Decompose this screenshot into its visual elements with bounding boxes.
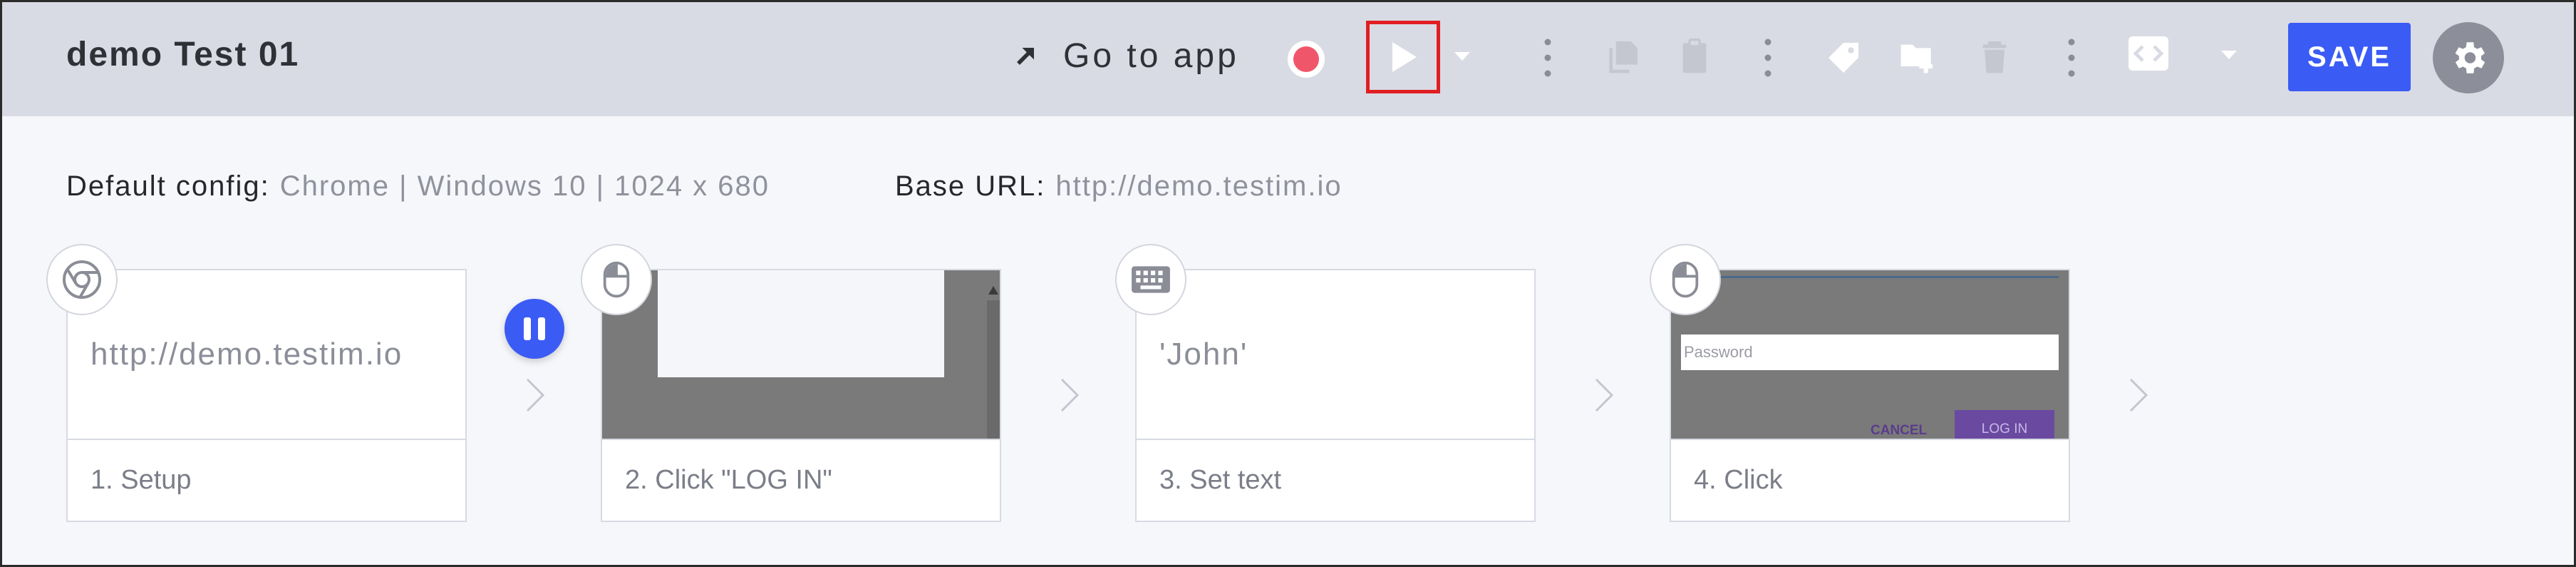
thumbnail-password-field: Password [1681, 334, 2059, 370]
more-vertical-icon[interactable] [1543, 36, 1552, 79]
step-type-badge [1115, 244, 1186, 315]
step-card-setup[interactable]: http://demo.testim.io 1. Setup [66, 269, 467, 522]
step-type-badge [581, 244, 652, 315]
record-icon [1293, 46, 1319, 72]
step-content: http://demo.testim.io [90, 337, 403, 372]
pause-icon-bar [524, 317, 531, 340]
screenshot-thumbnail: Password CANCEL LOG IN [1671, 270, 2069, 439]
save-button[interactable]: SAVE [2288, 23, 2411, 91]
step-title: 4. Click [1671, 439, 2069, 521]
default-config: Default config: Chrome | Windows 10 | 102… [66, 170, 770, 203]
chevron-right-icon [1060, 378, 1080, 412]
base-url-label: Base URL: [895, 170, 1046, 202]
add-folder-icon[interactable] [1898, 36, 1938, 76]
play-button[interactable] [1366, 21, 1440, 93]
code-options-chevron-down-icon[interactable] [2218, 48, 2240, 62]
go-to-app-label: Go to app [1063, 36, 1239, 75]
keyboard-icon [1132, 266, 1170, 293]
thumbnail-panel [658, 270, 944, 377]
step-title: 1. Setup [68, 439, 465, 521]
chrome-icon [63, 260, 101, 299]
record-button[interactable] [1288, 41, 1325, 78]
step-preview: 'John' [1137, 270, 1534, 439]
chevron-right-icon [1595, 378, 1614, 412]
thumbnail-login-button: LOG IN [1955, 410, 2054, 439]
toolbar: demo Test 01 Go to app SAVE [2, 2, 2574, 116]
tag-icon[interactable] [1824, 38, 1863, 78]
thumbnail-cancel-label: CANCEL [1871, 423, 1928, 438]
play-options-chevron-down-icon[interactable] [1452, 49, 1473, 63]
play-icon [1392, 42, 1417, 72]
step-title: 2. Click "LOG IN" [602, 439, 1000, 521]
more-vertical-icon[interactable] [1764, 36, 1772, 79]
default-config-label: Default config: [66, 170, 270, 202]
scroll-up-icon [988, 286, 998, 295]
mouse-icon [1672, 261, 1699, 298]
step-card-click-login[interactable]: 2. Click "LOG IN" [601, 269, 1001, 522]
paste-icon[interactable] [1675, 36, 1714, 76]
step-preview [602, 270, 1000, 439]
code-icon[interactable] [2127, 35, 2170, 72]
base-url: Base URL: http://demo.testim.io [895, 170, 1343, 203]
pause-icon-bar [538, 317, 545, 340]
default-config-value[interactable]: Chrome | Windows 10 | 1024 x 680 [280, 170, 770, 202]
thumbnail-scrollbar [987, 300, 1000, 439]
trash-icon[interactable] [1975, 36, 2014, 76]
thumbnail-underline [1681, 276, 2059, 278]
more-vertical-icon[interactable] [2067, 36, 2076, 79]
screenshot-thumbnail [602, 270, 1000, 439]
step-preview: http://demo.testim.io [68, 270, 465, 439]
pause-button[interactable] [505, 299, 564, 359]
step-title: 3. Set text [1137, 439, 1534, 521]
step-preview: Password CANCEL LOG IN [1671, 270, 2069, 439]
test-title[interactable]: demo Test 01 [66, 35, 299, 74]
copy-icon[interactable] [1603, 36, 1643, 76]
gear-icon [2455, 42, 2486, 73]
chevron-right-icon [526, 378, 545, 412]
step-card-set-text[interactable]: 'John' 3. Set text [1135, 269, 1536, 522]
mouse-icon [603, 261, 630, 298]
step-type-badge [1650, 244, 1721, 315]
base-url-value[interactable]: http://demo.testim.io [1055, 170, 1342, 202]
go-to-app-button[interactable]: Go to app [1010, 31, 1239, 81]
chevron-right-icon[interactable] [2128, 377, 2149, 414]
step-type-badge [46, 244, 118, 315]
step-card-click[interactable]: Password CANCEL LOG IN 4. Click [1670, 269, 2070, 522]
app-window: demo Test 01 Go to app SAVE Default conf… [0, 0, 2576, 567]
arrow-up-right-icon [1017, 48, 1034, 65]
settings-button[interactable] [2433, 22, 2504, 93]
